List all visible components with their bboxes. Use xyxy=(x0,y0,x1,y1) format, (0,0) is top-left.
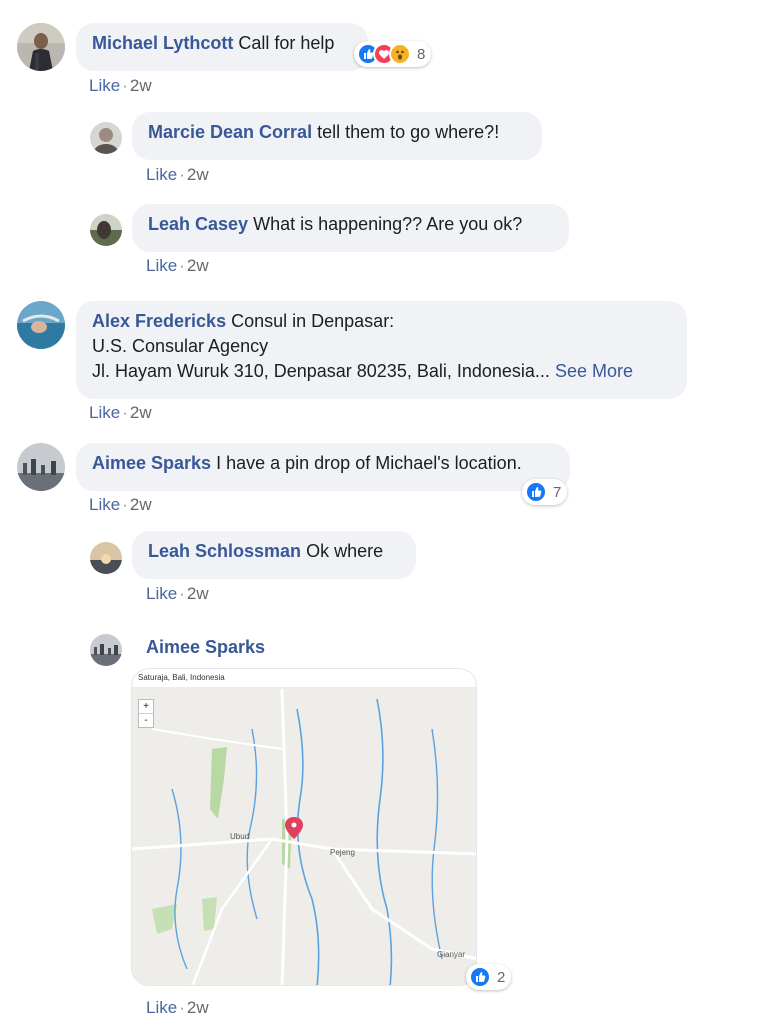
map-background xyxy=(132,669,476,985)
comment-text-line: Jl. Hayam Wuruk 310, Denpasar 80235, Bal… xyxy=(92,361,550,381)
comment-meta: Like · 2w xyxy=(146,256,209,275)
comment-meta: Like · 2w xyxy=(146,165,209,184)
comment-meta: Like · 2w xyxy=(89,76,152,95)
like-reaction-icon xyxy=(525,481,547,503)
avatar-marcie-dean-corral[interactable] xyxy=(90,122,122,154)
commenter-name[interactable]: Alex Fredericks xyxy=(92,311,226,331)
reaction-count: 2 xyxy=(497,968,506,986)
see-more-link[interactable]: See More xyxy=(555,361,633,381)
like-link[interactable]: Like xyxy=(146,256,177,275)
comment-meta: Like · 2w xyxy=(89,495,152,514)
map-label-pejeng: Pejeng xyxy=(330,848,355,857)
reaction-count: 8 xyxy=(417,45,426,63)
like-link[interactable]: Like xyxy=(89,403,120,422)
comment-text-line: U.S. Consular Agency xyxy=(92,336,269,356)
zoom-out-button[interactable]: - xyxy=(139,713,153,727)
like-link[interactable]: Like xyxy=(89,76,120,95)
timestamp[interactable]: 2w xyxy=(187,998,209,1017)
like-link[interactable]: Like xyxy=(146,584,177,603)
comment-bubble: Leah Schlossman Ok where xyxy=(132,531,416,579)
commenter-name[interactable]: Leah Casey xyxy=(148,214,248,234)
comment-bubble: Alex Fredericks Consul in Denpasar: U.S.… xyxy=(76,301,687,399)
map-header: Saturaja, Bali, Indonesia xyxy=(132,669,476,687)
timestamp[interactable]: 2w xyxy=(130,403,152,422)
commenter-name[interactable]: Michael Lythcott xyxy=(92,33,233,53)
map-image-attachment[interactable]: Saturaja, Bali, Indonesia + - Ubud Pejen… xyxy=(131,668,477,986)
commenter-name[interactable]: Marcie Dean Corral xyxy=(148,122,312,142)
like-link[interactable]: Like xyxy=(89,495,120,514)
reaction-count: 7 xyxy=(553,483,562,501)
comment-text: What is happening?? Are you ok? xyxy=(253,214,523,234)
map-label-gianyar: Gianyar xyxy=(437,950,466,959)
comment-text: I have a pin drop of Michael's location. xyxy=(216,453,522,473)
timestamp[interactable]: 2w xyxy=(187,165,209,184)
commenter-name[interactable]: Aimee Sparks xyxy=(92,453,211,473)
avatar-aimee-sparks[interactable] xyxy=(17,443,65,491)
timestamp[interactable]: 2w xyxy=(130,76,152,95)
reaction-summary[interactable]: 7 xyxy=(522,479,568,505)
comment-text: Call for help xyxy=(238,33,335,53)
comment-bubble: Marcie Dean Corral tell them to go where… xyxy=(132,112,542,160)
zoom-in-button[interactable]: + xyxy=(139,700,153,713)
timestamp[interactable]: 2w xyxy=(187,256,209,275)
comment-bubble: Aimee Sparks I have a pin drop of Michae… xyxy=(76,443,570,491)
like-link[interactable]: Like xyxy=(146,998,177,1017)
avatar-leah-schlossman[interactable] xyxy=(90,542,122,574)
avatar-michael-lythcott[interactable] xyxy=(17,23,65,71)
comment-meta: Like · 2w xyxy=(89,403,152,422)
commenter-name[interactable]: Leah Schlossman xyxy=(148,541,301,561)
timestamp[interactable]: 2w xyxy=(187,584,209,603)
wow-reaction-icon xyxy=(389,43,411,65)
map-label-ubud: Ubud xyxy=(230,832,250,841)
comment-meta: Like · 2w xyxy=(146,584,209,603)
comment-meta: Like · 2w xyxy=(146,998,209,1017)
avatar-alex-fredericks[interactable] xyxy=(17,301,65,349)
commenter-name[interactable]: Aimee Sparks xyxy=(146,637,265,658)
reaction-summary[interactable]: 8 xyxy=(354,41,432,67)
comment-text: Ok where xyxy=(306,541,384,561)
like-reaction-icon xyxy=(469,966,491,988)
comment-bubble: Leah Casey What is happening?? Are you o… xyxy=(132,204,569,252)
reaction-summary[interactable]: 2 xyxy=(466,964,512,990)
comment-text-line: Consul in Denpasar: xyxy=(231,311,395,331)
avatar-leah-casey[interactable] xyxy=(90,214,122,246)
map-zoom-control: + - xyxy=(138,699,154,728)
like-link[interactable]: Like xyxy=(146,165,177,184)
avatar-aimee-sparks[interactable] xyxy=(90,634,122,666)
comment-text: tell them to go where?! xyxy=(317,122,500,142)
comment-bubble: Michael Lythcott Call for help xyxy=(76,23,368,71)
timestamp[interactable]: 2w xyxy=(130,495,152,514)
